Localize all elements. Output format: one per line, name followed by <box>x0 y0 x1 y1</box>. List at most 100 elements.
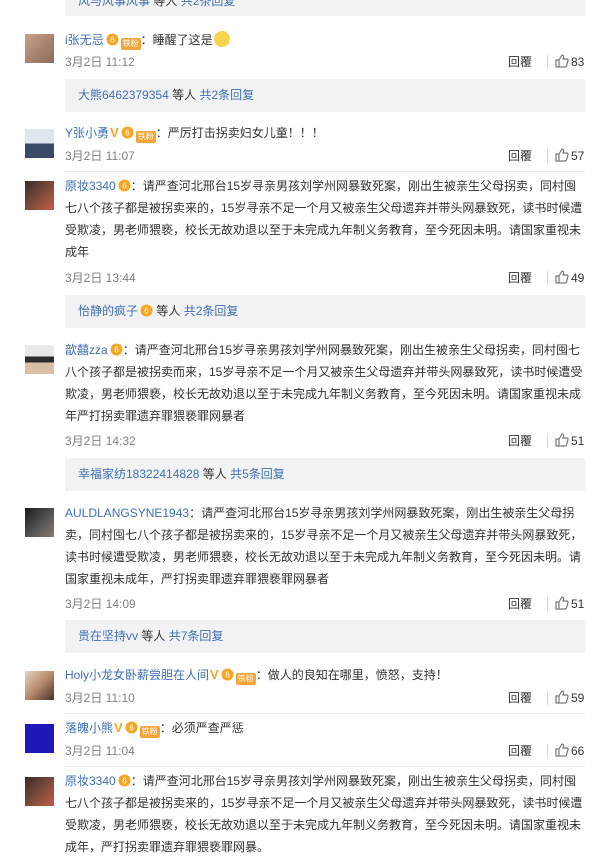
thumbs-up-icon[interactable] <box>554 595 569 610</box>
comment-text: ：严厉打击拐卖妇女儿童！！！ <box>155 126 324 140</box>
comment-content: 歆囍zza 6 ：请严查河北邢台15岁寻亲男孩刘学州网暴致死案，刚出生被亲生父母拐卖… <box>65 339 585 427</box>
reply-mid: 等人 <box>153 0 178 8</box>
avatar[interactable] <box>25 671 54 700</box>
svg-text:6: 6 <box>122 182 127 191</box>
reply-button[interactable]: 回覆 <box>508 270 532 286</box>
comment-username[interactable]: 原妆3340 <box>65 774 116 788</box>
thumbs-up-icon[interactable] <box>554 269 569 284</box>
svg-text:6: 6 <box>122 777 127 786</box>
comment-username[interactable]: Holy小龙女卧薪尝胆在人间 <box>65 668 209 682</box>
divider <box>547 744 548 758</box>
divider <box>547 434 548 448</box>
reply-user[interactable]: 怡静的疯子 <box>78 304 138 318</box>
divider <box>547 55 548 69</box>
reply-summary[interactable]: 贵在坚持vv 等人 共7条回复 <box>65 620 585 653</box>
svg-text:6: 6 <box>110 36 115 45</box>
svg-text:6: 6 <box>114 346 119 355</box>
like-count: 49 <box>571 271 585 285</box>
reply-button[interactable]: 回覆 <box>508 54 532 70</box>
divider <box>65 171 585 172</box>
svg-text:6: 6 <box>129 724 134 733</box>
crown-icon: 6 <box>140 297 153 317</box>
comment-text: ：睡醒了这是 <box>140 33 213 47</box>
fan-badge: 铁粉 <box>135 131 156 143</box>
comment-content: 落魄小熊V 6 铁粉 ：必须严查严惩 <box>65 717 585 739</box>
comment-username[interactable]: 原妆3340 <box>65 179 116 193</box>
crown-icon: 6 <box>106 31 119 46</box>
thumbs-up-icon[interactable] <box>554 689 569 704</box>
svg-text:6: 6 <box>125 129 130 138</box>
thumbs-up-icon[interactable] <box>554 147 569 162</box>
reply-summary-top[interactable]: 风与风事风事 等人 共2条回复 <box>65 0 585 16</box>
divider <box>547 691 548 705</box>
fan-badge: 铁粉 <box>139 726 160 738</box>
divider <box>547 149 548 163</box>
comment-username[interactable]: 歆囍zza <box>65 343 108 357</box>
reply-more-link[interactable]: 共2条回复 <box>199 88 254 102</box>
comment-feed: 风与风事风事 等人 共2条回复 i张无忌 6 铁粉 ：睡醒了这是 3月2日 11:12… <box>0 0 611 866</box>
avatar[interactable] <box>25 345 54 374</box>
reply-more-link[interactable]: 共5条回复 <box>230 467 285 481</box>
comment-text: ：必须严查严惩 <box>159 721 244 735</box>
reply-more-link[interactable]: 共7条回复 <box>169 629 224 643</box>
avatar[interactable] <box>25 129 54 158</box>
comment-time: 3月2日 11:12 <box>65 55 135 69</box>
fan-badge: 铁粉 <box>235 673 256 685</box>
reply-user[interactable]: 风与风事风事 <box>78 0 150 8</box>
reply-summary[interactable]: 怡静的疯子 6 等人 共2条回复 <box>65 295 585 328</box>
comment-text: ：请严查河北邢台15岁寻亲男孩刘学州网暴致死案，刚出生被亲生父母拐卖，同村囤七八… <box>65 774 583 854</box>
comment-content: Y张小勇V 6 铁粉 ：严厉打击拐卖妇女儿童！！！ <box>65 122 585 144</box>
reply-button[interactable]: 回覆 <box>508 148 532 164</box>
reply-user[interactable]: 大熊6462379354 <box>78 88 169 102</box>
avatar[interactable] <box>25 181 54 210</box>
comment-content: 原妆3340 6 ：请严查河北邢台15岁寻亲男孩刘学州网暴致死案，刚出生被亲生父母拐… <box>65 770 585 858</box>
comment-username[interactable]: 落魄小熊 <box>65 721 113 735</box>
crown-icon: 6 <box>118 772 131 787</box>
crown-icon: 6 <box>110 341 123 356</box>
like-count: 59 <box>571 691 585 705</box>
reply-button[interactable]: 回覆 <box>508 743 532 759</box>
reply-mid: 等人 <box>202 467 227 481</box>
avatar[interactable] <box>25 724 54 753</box>
like-count: 57 <box>571 149 585 163</box>
comment-meta: 3月2日 11:10 回覆 59 <box>65 690 585 706</box>
reply-summary[interactable]: 幸福家纺18322414828 等人 共5条回复 <box>65 458 585 491</box>
reply-button[interactable]: 回覆 <box>508 690 532 706</box>
reply-button[interactable]: 回覆 <box>508 596 532 612</box>
reply-user[interactable]: 贵在坚持vv <box>78 629 138 643</box>
crown-icon: 6 <box>221 666 234 681</box>
thumbs-up-icon[interactable] <box>554 53 569 68</box>
comment-time: 3月2日 14:32 <box>65 434 136 448</box>
reply-mid: 等人 <box>156 304 181 318</box>
reply-button[interactable]: 回覆 <box>508 433 532 449</box>
verified-v-icon: V <box>210 667 219 682</box>
comment-time: 3月2日 11:07 <box>65 149 135 163</box>
avatar[interactable] <box>25 34 54 63</box>
comment-content: Holy小龙女卧薪尝胆在人间V 6 铁粉 ：做人的良知在哪里，愤怒，支持！ <box>65 664 585 686</box>
reply-user[interactable]: 幸福家纺18322414828 <box>78 467 199 481</box>
comment-text: ：请严查河北邢台15岁寻亲男孩刘学州网暴致死案，刚出生被亲生父母拐卖，同村囤七八… <box>65 343 583 423</box>
comment-username[interactable]: i张无忌 <box>65 33 104 47</box>
thumbs-up-icon[interactable] <box>554 432 569 447</box>
svg-text:6: 6 <box>225 671 230 680</box>
comment-meta: 3月2日 14:32 回覆 51 <box>65 433 585 449</box>
like-count: 66 <box>571 744 585 758</box>
divider <box>65 766 585 767</box>
reply-summary[interactable]: 大熊6462379354 等人 共2条回复 <box>65 79 585 112</box>
reply-more-link[interactable]: 共2条回复 <box>181 0 236 8</box>
comment-content: AULDLANGSYNE1943：请严查河北邢台15岁寻亲男孩刘学州网暴致死案，… <box>65 502 585 590</box>
comment-time: 3月2日 13:44 <box>65 271 136 285</box>
comment-meta: 3月2日 14:09 回覆 51 <box>65 596 585 612</box>
reply-more-link[interactable]: 共2条回复 <box>184 304 239 318</box>
comment-username[interactable]: Y张小勇 <box>65 126 109 140</box>
comment-username[interactable]: AULDLANGSYNE1943 <box>65 506 189 520</box>
fan-badge: 铁粉 <box>120 38 141 50</box>
avatar[interactable] <box>25 777 54 806</box>
thumbs-up-icon[interactable] <box>554 742 569 757</box>
reply-mid: 等人 <box>172 88 197 102</box>
comment-time: 3月2日 14:09 <box>65 597 136 611</box>
comment-meta: 3月2日 11:04 回覆 66 <box>65 743 585 759</box>
divider <box>547 271 548 285</box>
avatar[interactable] <box>25 508 54 537</box>
like-count: 83 <box>571 55 585 69</box>
